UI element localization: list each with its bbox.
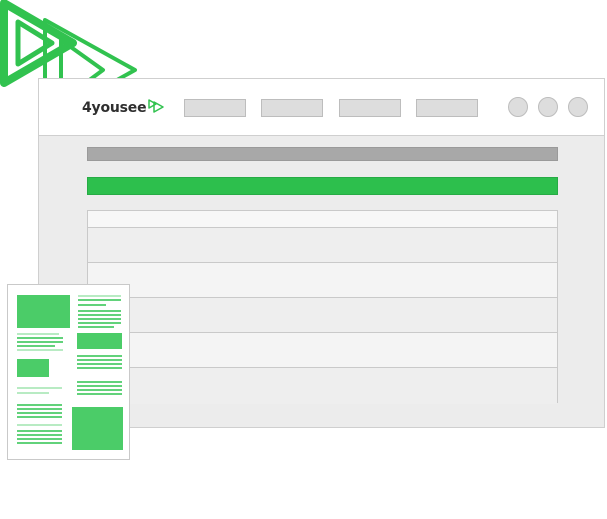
document-line <box>17 412 62 414</box>
nav-tab-1[interactable] <box>184 99 246 117</box>
table-row[interactable] <box>88 368 557 404</box>
document-line <box>17 438 62 440</box>
window-control-button[interactable] <box>508 97 528 117</box>
content-table <box>87 210 558 404</box>
document-line <box>17 434 62 436</box>
document-line <box>78 322 121 324</box>
primary-action-bar[interactable] <box>87 177 558 195</box>
document-line <box>17 408 62 410</box>
document-line <box>17 430 62 432</box>
document-line <box>17 442 62 444</box>
document-line <box>78 295 121 297</box>
document-line <box>78 314 121 316</box>
document-line <box>78 318 121 320</box>
nav-tab-4[interactable] <box>416 99 478 117</box>
document-line <box>17 341 63 343</box>
document-preview-icon <box>7 284 130 460</box>
placeholder-header-bar <box>87 147 558 161</box>
document-line <box>17 345 55 347</box>
document-line <box>78 299 121 301</box>
table-header-row <box>88 211 557 228</box>
table-row[interactable] <box>88 333 557 368</box>
document-line <box>77 385 122 387</box>
document-image-block <box>72 407 123 450</box>
table-row[interactable] <box>88 298 557 333</box>
document-line <box>78 310 121 312</box>
document-line <box>17 416 62 418</box>
document-image-block <box>17 295 70 328</box>
document-line <box>77 359 122 361</box>
document-image-block <box>17 359 49 377</box>
brand-name: 4yousee <box>82 100 147 116</box>
app-illustration: 4yousee <box>0 0 607 519</box>
document-line <box>17 333 59 335</box>
window-control-button[interactable] <box>538 97 558 117</box>
document-line <box>78 304 106 306</box>
window-header: 4yousee <box>39 79 604 136</box>
document-line <box>77 355 122 357</box>
table-row[interactable] <box>88 263 557 298</box>
document-line <box>77 363 122 365</box>
document-line <box>17 349 63 351</box>
nav-tab-2[interactable] <box>261 99 323 117</box>
nav-tab-3[interactable] <box>339 99 401 117</box>
brand-logo: 4yousee <box>82 96 166 120</box>
document-line <box>17 387 62 389</box>
document-line <box>78 326 114 328</box>
document-line <box>17 392 49 394</box>
document-line <box>77 367 122 369</box>
table-row[interactable] <box>88 228 557 263</box>
document-line <box>17 424 62 426</box>
document-line <box>77 393 122 395</box>
document-line <box>77 381 122 383</box>
play-arrows-icon <box>148 98 165 113</box>
document-line <box>17 337 63 339</box>
document-image-block <box>77 333 122 349</box>
window-control-button[interactable] <box>568 97 588 117</box>
document-line <box>17 404 62 406</box>
document-line <box>77 389 122 391</box>
